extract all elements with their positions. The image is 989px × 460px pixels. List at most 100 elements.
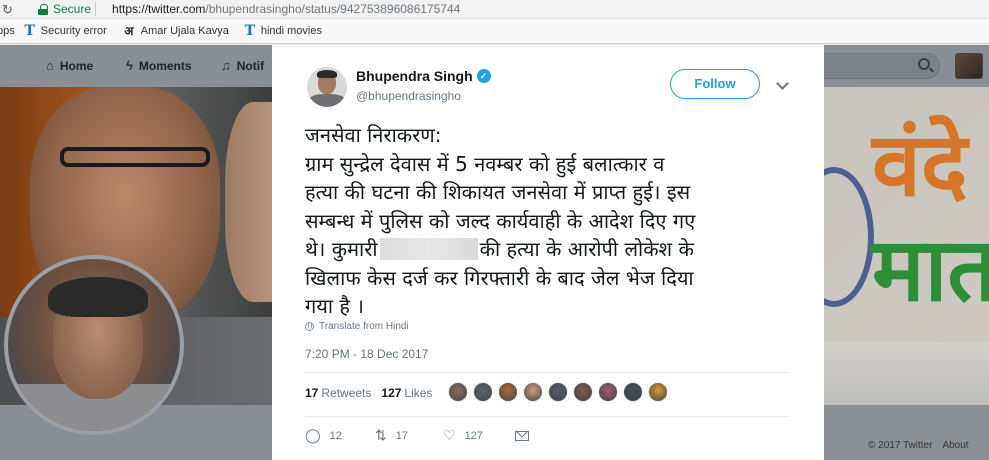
tweet-actions: ◯ 12 ⇅ 17 ♡ 127 [305, 427, 529, 444]
account-avatar[interactable] [955, 53, 983, 79]
secure-label: Secure [53, 2, 92, 16]
likes-label: Likes [404, 386, 433, 400]
redacted-name [379, 238, 478, 260]
amar-ujala-icon: अ [124, 24, 134, 38]
author-avatar-clothes [309, 94, 345, 107]
retweet-icon: ⇅ [375, 427, 387, 443]
profile-banner-right: वंदे मात [824, 87, 989, 405]
chakra-graphic [824, 167, 874, 307]
envelope-icon [515, 430, 529, 441]
tweet-text-line: गया है । [305, 294, 364, 318]
reload-icon[interactable]: ↻ [2, 0, 16, 19]
footer-about-link[interactable]: About [942, 440, 968, 451]
t-logo-icon: T [244, 23, 256, 39]
reply-button[interactable]: ◯ 12 [305, 427, 375, 444]
address-input-area[interactable] [460, 1, 985, 18]
liker-avatar[interactable] [648, 382, 668, 402]
home-icon: ⌂ [46, 58, 54, 73]
banner-artwork-text: मात [872, 217, 989, 321]
liker-avatars [448, 382, 673, 402]
tweet-text-line: खिलाफ केस दर्ज कर गिरफ्तारी के बाद जेल भ… [305, 265, 694, 290]
bookmarks-bar: pps T Security error अ Amar Ujala Kavya … [0, 19, 989, 44]
divider [95, 2, 97, 16]
verified-badge-icon: ✓ [476, 69, 491, 83]
author-avatar-hair [317, 70, 337, 78]
bookmark-hindi-movies[interactable]: T hindi movies [243, 24, 322, 38]
likes-count: 127 [381, 386, 402, 400]
bookmark-label: pps [0, 25, 15, 37]
liker-avatar[interactable] [448, 382, 468, 402]
retweets-count: 17 [305, 386, 319, 400]
likes-stat[interactable]: 127 Likes [381, 386, 432, 400]
reply-icon: ◯ [305, 427, 321, 443]
like-button[interactable]: ♡ 127 [443, 427, 515, 444]
bookmark-amar-ujala[interactable]: अ Amar Ujala Kavya [121, 24, 229, 38]
bookmark-security-error[interactable]: T Security error [23, 24, 107, 38]
liker-avatar[interactable] [548, 382, 568, 402]
tweet-modal: Bhupendra Singh ✓ @bhupendrasingho Follo… [272, 45, 824, 460]
retweet-button[interactable]: ⇅ 17 [375, 427, 443, 444]
tweet-timestamp[interactable]: 7:20 PM - 18 Dec 2017 [305, 347, 428, 361]
chevron-down-icon[interactable] [776, 77, 789, 90]
banner-photo-detail [60, 147, 210, 167]
banner-artwork-text: वंदे [872, 112, 968, 216]
translate-link[interactable]: Translate from Hindi [305, 321, 409, 332]
tweet-text-fragment: की हत्या के आरोपी लोकेश के [479, 237, 694, 261]
profile-avatar-hair [48, 277, 148, 317]
bookmark-label: Security error [40, 25, 107, 37]
nav-notifications-label: Notif [236, 58, 265, 73]
nav-moments[interactable]: ϟ Moments [126, 58, 192, 73]
bookmark-label: hindi movies [260, 25, 322, 37]
t-logo-icon: T [24, 23, 35, 39]
search-icon[interactable] [918, 58, 930, 70]
like-count: 127 [464, 429, 483, 442]
retweets-stat[interactable]: 17 Retweets [305, 386, 371, 400]
tweet-stats: 17 Retweets 127 Likes [305, 386, 442, 400]
footer: © 2017 Twitter About [868, 440, 979, 451]
liker-avatar[interactable] [498, 382, 518, 402]
author-name[interactable]: Bhupendra Singh [356, 68, 473, 84]
url-path[interactable]: /bhupendrasingho/status/9427538960861757… [205, 2, 460, 16]
banner-photo-second [225, 102, 272, 302]
liker-avatar[interactable] [598, 382, 618, 402]
liker-avatar[interactable] [473, 382, 493, 402]
tweet-text-line: ग्राम सुन्द्रेल देवास में 5 नवम्बर को हु… [305, 151, 665, 176]
divider [305, 372, 789, 373]
retweet-count: 17 [395, 429, 408, 442]
author-handle[interactable]: @bhupendrasingho [356, 89, 461, 103]
profile-avatar[interactable] [4, 255, 184, 435]
lock-icon[interactable] [38, 3, 48, 15]
author-avatar[interactable] [307, 67, 347, 107]
tweet-text-fragment: थे। कुमारी [305, 237, 378, 261]
reply-count: 12 [329, 429, 342, 442]
url-host[interactable]: https://twitter.com [112, 2, 205, 16]
retweets-label: Retweets [321, 386, 372, 400]
divider [305, 416, 789, 417]
nav-home[interactable]: ⌂ Home [46, 58, 93, 73]
tweet-text-line: हत्या की घटना की शिकायत जनसेवा में प्राप… [305, 180, 691, 204]
liker-avatar[interactable] [573, 382, 593, 402]
author-name-row[interactable]: Bhupendra Singh ✓ [356, 68, 491, 84]
nav-home-label: Home [59, 58, 94, 73]
sidebar-background [824, 405, 989, 460]
heart-icon: ♡ [443, 427, 456, 443]
footer-copyright: © 2017 Twitter [868, 440, 933, 451]
bell-icon: ♫ [221, 58, 231, 73]
direct-message-button[interactable] [515, 430, 529, 441]
banner-fade [824, 342, 989, 405]
tweet-text-line: सम्बन्ध में पुलिस को जल्द कार्यवाही के आ… [305, 208, 696, 233]
tweet-text-line-redacted: थे। कुमारी की हत्या के आरोपी लोकेश के [305, 235, 795, 264]
address-bar[interactable]: ↻ Secure https://twitter.com/bhupendrasi… [0, 0, 989, 19]
tweet-text-line: जनसेवा निराकरण: [305, 123, 442, 147]
globe-icon [305, 322, 314, 331]
tweet-text: जनसेवा निराकरण: ग्राम सुन्द्रेल देवास मे… [305, 121, 795, 321]
nav-notifications[interactable]: ♫ Notif [221, 58, 264, 73]
translate-label: Translate from Hindi [319, 321, 409, 332]
lightning-icon: ϟ [126, 58, 133, 73]
nav-moments-label: Moments [138, 58, 192, 73]
bookmark-label: Amar Ujala Kavya [140, 25, 229, 37]
bookmark-apps[interactable]: pps [0, 25, 15, 37]
liker-avatar[interactable] [623, 382, 643, 402]
follow-button[interactable]: Follow [670, 69, 760, 99]
liker-avatar[interactable] [523, 382, 543, 402]
